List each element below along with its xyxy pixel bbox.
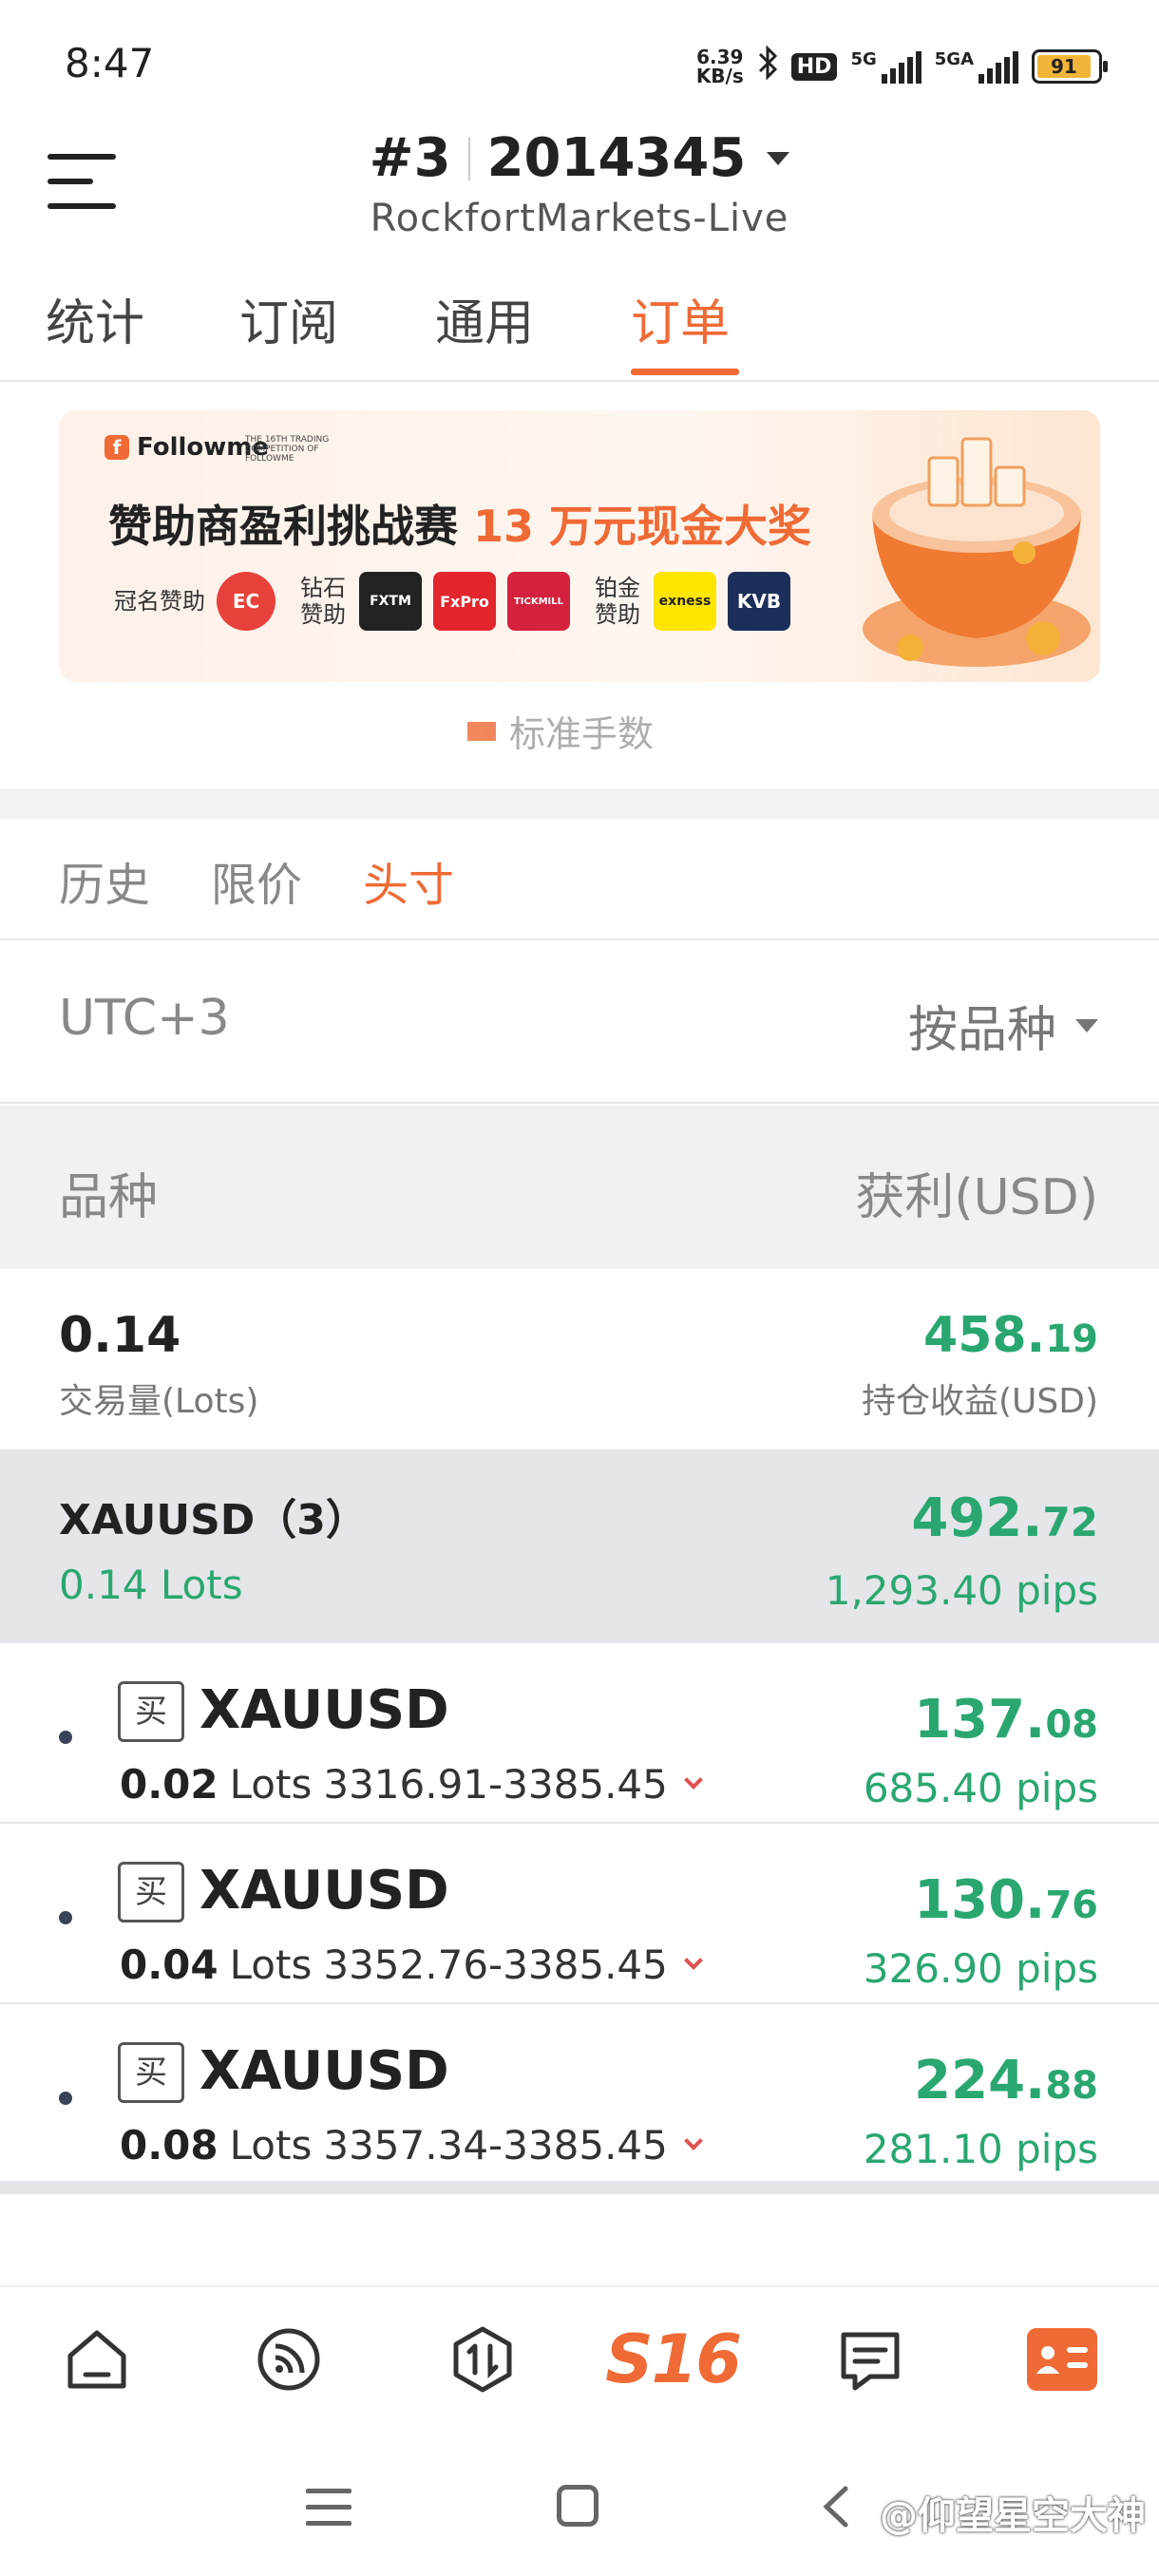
column-header: 品种 获利(USD) bbox=[0, 1106, 1159, 1269]
s16-competition-button[interactable]: S16 bbox=[605, 2320, 742, 2398]
sponsor-exness-logo: exness bbox=[654, 572, 716, 631]
group-pips: 1,293.40 pips bbox=[825, 1567, 1098, 1614]
bottom-nav: S16 bbox=[0, 2285, 1159, 2437]
list-end-bar bbox=[0, 2181, 1159, 2194]
position-detail: 0.04 Lots 3352.76-3385.45 bbox=[120, 1941, 703, 1988]
total-volume: 0.14 bbox=[59, 1307, 181, 1364]
battery-icon: 91 bbox=[1032, 49, 1108, 84]
group-by-dropdown[interactable]: 按品种 bbox=[908, 990, 1098, 1061]
position-row[interactable]: 买 XAUUSD 0.02 Lots 3316.91-3385.45 137.0… bbox=[0, 1643, 1159, 1824]
account-number: 2014345 bbox=[486, 127, 747, 189]
tab-history[interactable]: 历史 bbox=[59, 847, 150, 914]
home-button-icon[interactable] bbox=[557, 2485, 598, 2527]
bluetooth-icon bbox=[757, 44, 778, 88]
chevron-down-icon[interactable] bbox=[683, 1950, 703, 1970]
trophy-illustration bbox=[863, 437, 1091, 667]
status-bar: 8:47 6.39 KB/s HD 5G 5GA 91 bbox=[0, 0, 1159, 133]
account-switcher[interactable]: #3 2014345 RockfortMarkets-Live bbox=[0, 127, 1159, 240]
total-pnl: 458.19 bbox=[923, 1307, 1098, 1364]
main-tabs: 统计 订阅 通用 订单 bbox=[0, 275, 1159, 382]
tab-pending[interactable]: 限价 bbox=[211, 847, 302, 914]
tab-stats[interactable]: 统计 bbox=[46, 283, 144, 354]
filter-row: UTC+3 按品种 bbox=[0, 940, 1159, 1104]
clock: 8:47 bbox=[65, 40, 155, 86]
banner-title: 赞助商盈利挑战赛 13 万元现金大奖 bbox=[108, 501, 812, 552]
caret-down-icon bbox=[767, 151, 790, 165]
sponsor-tickmill-logo: TICKMILL bbox=[507, 572, 570, 631]
position-symbol: XAUUSD bbox=[200, 1679, 449, 1741]
status-icons: 6.39 KB/s HD 5G 5GA 91 bbox=[695, 38, 1108, 95]
watermark: @仰望星空大神 bbox=[880, 2494, 1146, 2538]
column-profit: 获利(USD) bbox=[855, 1169, 1098, 1226]
position-symbol: XAUUSD bbox=[200, 1860, 449, 1922]
bullet-icon bbox=[59, 1731, 72, 1744]
section-divider bbox=[0, 788, 1159, 819]
position-pips: 281.10 pips bbox=[863, 2126, 1098, 2172]
battery-level: 91 bbox=[1037, 55, 1091, 78]
network-speed: 6.39 KB/s bbox=[695, 46, 744, 87]
total-volume-label: 交易量(Lots) bbox=[59, 1382, 259, 1421]
symbol-group[interactable]: XAUUSD（3） 0.14 Lots 492.72 1,293.40 pips bbox=[0, 1449, 1159, 1643]
position-detail: 0.02 Lots 3316.91-3385.45 bbox=[120, 1761, 703, 1808]
competition-tag: THE 16TH TRADING COMPETITION OF FOLLOWME bbox=[245, 435, 330, 464]
diamond-sponsor-label: 钻石赞助 bbox=[300, 575, 346, 628]
sponsor-ec-logo: EC bbox=[217, 572, 276, 631]
trade-icon[interactable] bbox=[445, 2321, 521, 2397]
signal-feed-icon[interactable] bbox=[251, 2321, 327, 2397]
group-lots: 0.14 Lots bbox=[59, 1562, 243, 1608]
sponsor-row: 冠名赞助 EC 钻石赞助 FXTM FxPro TICKMILL 铂金赞助 ex… bbox=[114, 572, 790, 631]
server-name: RockfortMarkets-Live bbox=[370, 197, 789, 240]
caret-down-icon bbox=[1075, 1018, 1098, 1032]
profile-card-icon[interactable] bbox=[1024, 2321, 1100, 2397]
position-pnl: 130.76 bbox=[914, 1869, 1098, 1931]
position-row[interactable]: 买 XAUUSD 0.04 Lots 3352.76-3385.45 130.7… bbox=[0, 1824, 1159, 2004]
chevron-down-icon[interactable] bbox=[683, 2131, 703, 2150]
position-detail: 0.08 Lots 3357.34-3385.45 bbox=[120, 2122, 703, 2169]
system-nav-bar: @仰望星空大神 bbox=[0, 2451, 1159, 2576]
tab-orders[interactable]: 订单 bbox=[631, 283, 730, 354]
hd-voice-icon: HD bbox=[790, 52, 838, 81]
recent-apps-icon[interactable] bbox=[306, 2489, 352, 2537]
position-pnl: 137.08 bbox=[914, 1689, 1098, 1751]
chevron-down-icon[interactable] bbox=[683, 1770, 703, 1790]
sponsor-fxpro-logo: FxPro bbox=[433, 572, 496, 631]
position-row[interactable]: 买 XAUUSD 0.08 Lots 3357.34-3385.45 224.8… bbox=[0, 2004, 1159, 2185]
position-symbol: XAUUSD bbox=[200, 2040, 449, 2102]
positions-summary: 0.14 交易量(Lots) 458.19 持仓收益(USD) bbox=[0, 1269, 1159, 1449]
position-pips: 326.90 pips bbox=[863, 1945, 1098, 1992]
column-symbol: 品种 bbox=[59, 1169, 159, 1226]
buy-badge: 买 bbox=[118, 1681, 184, 1742]
buy-badge: 买 bbox=[118, 1862, 184, 1923]
tab-general[interactable]: 通用 bbox=[435, 283, 534, 354]
active-tab-indicator bbox=[631, 369, 739, 375]
sponsor-kvb-logo: KVB bbox=[728, 572, 790, 631]
message-icon[interactable] bbox=[832, 2321, 908, 2397]
chart-legend-partial: 标准手数 bbox=[467, 705, 654, 757]
group-symbol: XAUUSD（3） bbox=[59, 1496, 368, 1544]
position-pips: 685.40 pips bbox=[863, 1765, 1098, 1811]
buy-badge: 买 bbox=[118, 2042, 184, 2103]
platinum-sponsor-label: 铂金赞助 bbox=[595, 575, 640, 628]
group-pnl: 492.72 bbox=[911, 1487, 1098, 1549]
timezone-selector[interactable]: UTC+3 bbox=[59, 990, 230, 1047]
signal-sim2-icon: 5GA bbox=[935, 49, 1018, 84]
promo-banner[interactable]: f Followme THE 16TH TRADING COMPETITION … bbox=[59, 410, 1100, 682]
account-index: #3 bbox=[369, 127, 451, 189]
position-pnl: 224.88 bbox=[914, 2050, 1098, 2112]
signal-sim1-icon: 5G bbox=[850, 49, 922, 84]
bullet-icon bbox=[59, 1911, 72, 1924]
title-sponsor-label: 冠名赞助 bbox=[114, 588, 205, 615]
sponsor-fxtm-logo: FXTM bbox=[359, 572, 422, 631]
home-icon[interactable] bbox=[59, 2321, 135, 2397]
order-sub-tabs: 历史 限价 头寸 bbox=[0, 819, 1159, 940]
back-icon[interactable] bbox=[817, 2483, 855, 2541]
bullet-icon bbox=[59, 2092, 72, 2105]
tab-subscribe[interactable]: 订阅 bbox=[239, 283, 338, 354]
tab-positions[interactable]: 头寸 bbox=[363, 847, 454, 914]
total-pnl-label: 持仓收益(USD) bbox=[861, 1382, 1098, 1421]
